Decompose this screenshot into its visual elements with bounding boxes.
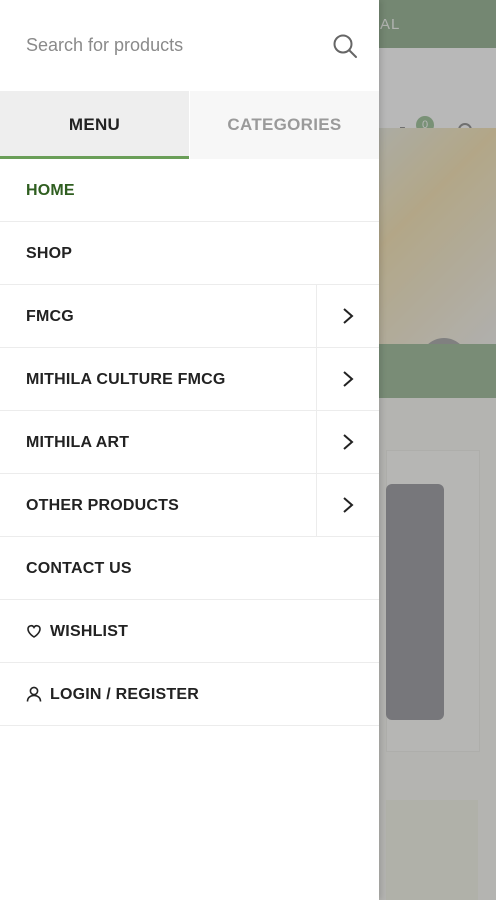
menu-item-label: WISHLIST bbox=[50, 623, 129, 640]
search-bar[interactable]: Search for products bbox=[0, 0, 379, 91]
menu-item-mithila-art[interactable]: MITHILA ART bbox=[0, 411, 379, 474]
menu-item-fmcg[interactable]: FMCG bbox=[0, 285, 379, 348]
menu-item-label: OTHER PRODUCTS bbox=[26, 497, 180, 514]
menu-item-label: MITHILA ART bbox=[26, 434, 130, 451]
submenu-toggle[interactable] bbox=[316, 411, 379, 473]
menu-item-label: FMCG bbox=[26, 308, 74, 325]
search-input[interactable]: Search for products bbox=[26, 35, 183, 56]
menu-item-login-register[interactable]: LOGIN / REGISTER bbox=[0, 663, 379, 726]
tab-menu[interactable]: MENU bbox=[0, 91, 189, 159]
menu-item-label: LOGIN / REGISTER bbox=[50, 686, 199, 703]
tab-categories[interactable]: CATEGORIES bbox=[190, 91, 379, 159]
submenu-toggle[interactable] bbox=[316, 348, 379, 410]
search-icon[interactable] bbox=[332, 33, 358, 59]
submenu-toggle[interactable] bbox=[316, 474, 379, 536]
menu-item-home[interactable]: HOME bbox=[0, 159, 379, 222]
menu-item-label: CONTACT US bbox=[26, 560, 132, 577]
drawer-tabs: MENU CATEGORIES bbox=[0, 91, 379, 159]
menu-item-label: HOME bbox=[26, 182, 75, 199]
menu-list: HOME SHOP FMCG MITHILA CULTURE FMCG MITH… bbox=[0, 159, 379, 726]
chevron-right-icon bbox=[343, 497, 354, 513]
submenu-toggle[interactable] bbox=[316, 285, 379, 347]
chevron-right-icon bbox=[343, 434, 354, 450]
menu-item-wishlist[interactable]: WISHLIST bbox=[0, 600, 379, 663]
mobile-nav-drawer: Search for products MENU CATEGORIES HOME… bbox=[0, 0, 379, 900]
menu-item-shop[interactable]: SHOP bbox=[0, 222, 379, 285]
menu-item-label: MITHILA CULTURE FMCG bbox=[26, 371, 226, 388]
menu-item-mithila-culture-fmcg[interactable]: MITHILA CULTURE FMCG bbox=[0, 348, 379, 411]
menu-item-other-products[interactable]: OTHER PRODUCTS bbox=[0, 474, 379, 537]
chevron-right-icon bbox=[343, 308, 354, 324]
menu-item-contact-us[interactable]: CONTACT US bbox=[0, 537, 379, 600]
user-icon bbox=[26, 686, 42, 702]
menu-item-label: SHOP bbox=[26, 245, 73, 262]
chevron-right-icon bbox=[343, 371, 354, 387]
heart-icon bbox=[27, 625, 41, 638]
